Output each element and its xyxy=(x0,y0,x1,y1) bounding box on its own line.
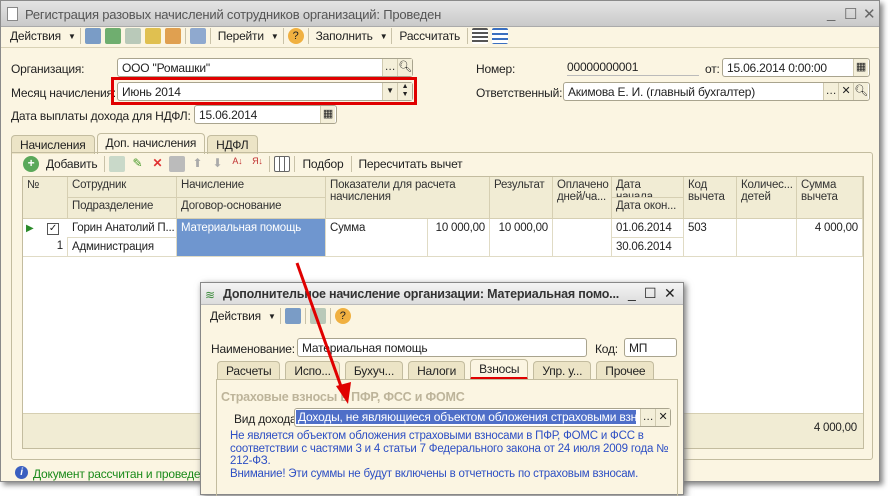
annotation-arrow xyxy=(295,262,351,404)
